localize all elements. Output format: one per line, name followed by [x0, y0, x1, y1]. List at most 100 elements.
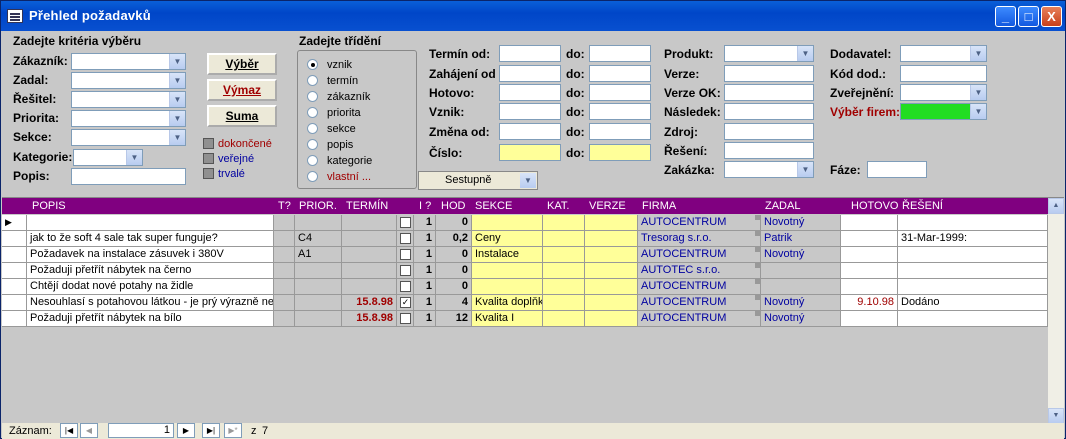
vznik-to-input[interactable] — [589, 103, 651, 120]
cell-zadal[interactable] — [761, 263, 841, 279]
row-selector[interactable] — [2, 279, 27, 295]
chevron-down-icon[interactable]: ▼ — [970, 104, 986, 119]
col-prior[interactable]: PRIOR. — [299, 200, 337, 212]
checkbox-icon[interactable] — [400, 281, 411, 292]
cell-hod[interactable]: 12 — [436, 311, 472, 327]
verejne-check[interactable]: veřejné — [203, 153, 254, 165]
chevron-down-icon[interactable]: ▼ — [970, 46, 986, 61]
radio-icon[interactable] — [307, 107, 318, 118]
trvale-check[interactable]: trvalé — [203, 168, 245, 180]
col-zadal[interactable]: ZADAL — [765, 200, 800, 212]
cislo-to-input[interactable] — [589, 144, 651, 161]
cell-prior[interactable]: C4 — [295, 231, 342, 247]
zakaznik-combo[interactable]: ▼ — [71, 53, 186, 70]
cell-hotovo[interactable]: 9.10.98 — [841, 295, 898, 311]
radio-icon[interactable] — [307, 75, 318, 86]
cell-zadal[interactable]: Novotný — [761, 247, 841, 263]
zadal-combo[interactable]: ▼ — [71, 72, 186, 89]
vznik-from-input[interactable] — [499, 103, 561, 120]
cell-sekce[interactable]: Instalace — [472, 247, 543, 263]
cell-termin[interactable] — [342, 231, 397, 247]
radio-icon[interactable] — [307, 139, 318, 150]
cell-verze[interactable] — [585, 295, 638, 311]
row-selector[interactable] — [2, 231, 27, 247]
checkbox-icon[interactable] — [400, 313, 411, 324]
checkbox-icon[interactable]: ✓ — [400, 297, 411, 308]
cell-hotovo[interactable] — [841, 215, 898, 231]
popis-input[interactable] — [71, 168, 186, 185]
sort-option-popis[interactable]: popis — [307, 139, 353, 151]
cell-hotovo[interactable] — [841, 279, 898, 295]
cell-hotovo[interactable] — [841, 231, 898, 247]
cell-hod[interactable]: 0 — [436, 247, 472, 263]
cell-zadal[interactable]: Novotný — [761, 295, 841, 311]
cell-i[interactable]: 1 — [414, 231, 436, 247]
chevron-down-icon[interactable]: ▼ — [126, 150, 142, 165]
chevron-down-icon[interactable]: ▼ — [520, 173, 536, 188]
hotovo-from-input[interactable] — [499, 84, 561, 101]
table-row[interactable]: ▶ 1 0 AUTOCENTRUM Novotný — [2, 215, 1048, 231]
col-t[interactable]: T? — [278, 200, 291, 212]
sort-option-zakaznik[interactable]: zákazník — [307, 91, 370, 103]
cell-kat[interactable] — [543, 263, 585, 279]
col-popis[interactable]: POPIS — [32, 200, 66, 212]
cell-firma[interactable]: AUTOCENTRUM — [638, 247, 761, 263]
chevron-down-icon[interactable]: ▼ — [169, 54, 185, 69]
cell-popis[interactable]: Požaduji přetřít nábytek na bílo — [27, 311, 274, 327]
cell-sekce[interactable] — [472, 215, 543, 231]
cell-zadal[interactable]: Patrik — [761, 231, 841, 247]
col-hod[interactable]: HOD — [441, 200, 465, 212]
cell-hod[interactable]: 0 — [436, 263, 472, 279]
scroll-down-icon[interactable]: ▼ — [1048, 408, 1064, 424]
cell-hotovo[interactable] — [841, 247, 898, 263]
chevron-down-icon[interactable]: ▼ — [169, 73, 185, 88]
zahajeni-from-input[interactable] — [499, 65, 561, 82]
first-record-icon[interactable]: |◀ — [60, 423, 78, 438]
dodavatel-combo[interactable]: ▼ — [900, 45, 987, 62]
sort-option-sekce[interactable]: sekce — [307, 123, 356, 135]
cell-check[interactable] — [397, 231, 414, 247]
cell-kat[interactable] — [543, 295, 585, 311]
zakazka-combo[interactable]: ▼ — [724, 161, 814, 178]
cell-t[interactable] — [274, 263, 295, 279]
termin-to-input[interactable] — [589, 45, 651, 62]
table-row[interactable]: Požaduji přetřít nábytek na černo 1 0 AUTOT… — [2, 263, 1048, 279]
faze-input[interactable] — [867, 161, 927, 178]
cell-check[interactable]: ✓ — [397, 295, 414, 311]
cell-verze[interactable] — [585, 215, 638, 231]
cell-verze[interactable] — [585, 231, 638, 247]
col-kat[interactable]: KAT. — [547, 200, 569, 212]
cell-t[interactable] — [274, 279, 295, 295]
cell-prior[interactable] — [295, 311, 342, 327]
vyber-button[interactable]: Výběr — [207, 53, 277, 75]
cell-sekce[interactable]: Kvalita I — [472, 311, 543, 327]
last-record-icon[interactable]: ▶| — [202, 423, 220, 438]
cell-termin[interactable]: 15.8.98 — [342, 311, 397, 327]
cell-kat[interactable] — [543, 231, 585, 247]
produkt-combo[interactable]: ▼ — [724, 45, 814, 62]
zahajeni-to-input[interactable] — [589, 65, 651, 82]
next-record-icon[interactable]: ▶ — [177, 423, 195, 438]
col-verze[interactable]: VERZE — [589, 200, 626, 212]
col-termin[interactable]: TERMÍN — [346, 200, 388, 212]
cell-kat[interactable] — [543, 247, 585, 263]
cell-kat[interactable] — [543, 311, 585, 327]
cell-sekce[interactable] — [472, 279, 543, 295]
zdroj-input[interactable] — [724, 123, 814, 140]
cell-hotovo[interactable] — [841, 263, 898, 279]
checkbox-icon[interactable] — [400, 217, 411, 228]
cell-popis[interactable]: Požadavek na instalace zásuvek i 380V — [27, 247, 274, 263]
cell-zadal[interactable]: Novotný — [761, 215, 841, 231]
chevron-down-icon[interactable]: ▼ — [797, 162, 813, 177]
checkbox-icon[interactable] — [203, 153, 214, 164]
sort-option-vznik[interactable]: vznik — [307, 59, 352, 71]
cell-t[interactable] — [274, 231, 295, 247]
termin-from-input[interactable] — [499, 45, 561, 62]
cell-popis[interactable]: Nesouhlasí s potahovou látkou - je prý v… — [27, 295, 274, 311]
current-record-input[interactable]: 1 — [108, 423, 174, 438]
close-button[interactable]: X — [1041, 6, 1062, 27]
vymaz-button[interactable]: Výmaz — [207, 79, 277, 101]
cell-i[interactable]: 1 — [414, 215, 436, 231]
cell-sekce[interactable]: Ceny — [472, 231, 543, 247]
cell-verze[interactable] — [585, 279, 638, 295]
